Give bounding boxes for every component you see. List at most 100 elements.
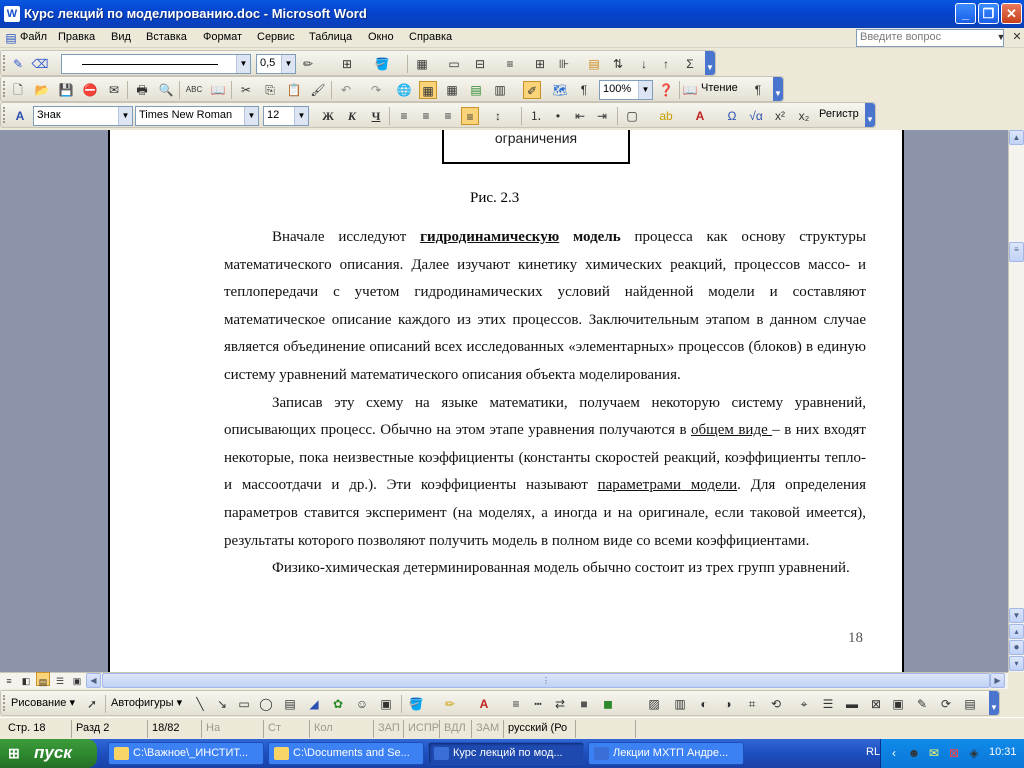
document-map-icon[interactable]: 🗺 xyxy=(551,81,569,99)
numbering-icon[interactable]: ⒈ xyxy=(527,107,545,125)
insert-excel-icon[interactable]: ▤ xyxy=(467,81,485,99)
picture-icon[interactable]: ▣ xyxy=(377,695,395,713)
status-language[interactable]: русский (Ро xyxy=(504,720,576,738)
arrow-style-icon[interactable]: ⇄ xyxy=(551,695,569,713)
minimize-button[interactable]: _ xyxy=(955,3,976,24)
rectangle-icon[interactable]: ▭ xyxy=(235,695,253,713)
cut-icon[interactable]: ✂ xyxy=(237,81,255,99)
status-rec[interactable]: ЗАП xyxy=(374,720,404,738)
increase-indent-icon[interactable]: ⇥ xyxy=(593,107,611,125)
toolbar-options-icon[interactable]: ▼ xyxy=(773,77,783,101)
rotate-icon[interactable]: ⟲ xyxy=(767,695,785,713)
border-color-icon[interactable]: ✏ xyxy=(299,55,317,73)
taskbar-item-word-lectures[interactable]: Лекции МХТП Андре... xyxy=(588,742,744,765)
save-icon[interactable]: 💾 xyxy=(57,81,75,99)
sort-desc-icon[interactable]: ↑ xyxy=(657,55,675,73)
font-size-select[interactable]: 12 ▼ xyxy=(263,106,309,126)
toolbar-options-icon[interactable]: ▼ xyxy=(705,51,715,75)
menu-help[interactable]: Справка xyxy=(409,31,452,43)
clock[interactable]: 10:31 xyxy=(989,746,1017,758)
toolbar-grip[interactable] xyxy=(3,55,6,71)
scroll-thumb[interactable]: ≡ xyxy=(1009,242,1024,262)
read-button[interactable]: Чтение xyxy=(701,82,738,94)
print-icon[interactable]: 🖶 xyxy=(133,81,151,99)
status-ext[interactable]: ВДЛ xyxy=(440,720,472,738)
line-weight-select[interactable]: 0,5 ▼ xyxy=(256,54,296,74)
language-indicator[interactable]: RL xyxy=(866,746,880,758)
menu-file[interactable]: Файл xyxy=(20,31,47,43)
scroll-down-icon[interactable]: ▼ xyxy=(1009,608,1024,623)
reset-picture-icon[interactable]: ⟳ xyxy=(937,695,955,713)
toolbar-options-icon[interactable]: ▼ xyxy=(865,103,875,127)
diagram-icon[interactable]: ✿ xyxy=(329,695,347,713)
format-picture-icon[interactable]: ▣ xyxy=(889,695,907,713)
draw-table-icon[interactable]: ✎ xyxy=(9,55,27,73)
document-page[interactable]: ограничения Рис. 2.3 Вначале исследуют г… xyxy=(108,130,904,672)
table-autoformat-icon[interactable]: ▤ xyxy=(585,55,603,73)
outline-view-icon[interactable]: ☰ xyxy=(53,672,67,686)
style-select[interactable]: Знак ▼ xyxy=(33,106,133,126)
fill-color-icon[interactable]: 🪣 xyxy=(407,695,425,713)
autosum-icon[interactable]: Σ xyxy=(681,55,699,73)
bold-icon[interactable]: Ж xyxy=(319,107,337,125)
insert-table-icon[interactable]: ▦ xyxy=(443,81,461,99)
outside-border-icon[interactable]: ▢ xyxy=(623,107,641,125)
open-folder-icon[interactable]: 📂 xyxy=(33,81,51,99)
line-color-icon[interactable]: ✏ xyxy=(441,695,459,713)
distribute-cols-icon[interactable]: ⊪ xyxy=(555,55,573,73)
crop-icon[interactable]: ⌗ xyxy=(743,695,761,713)
superscript-icon[interactable]: x² xyxy=(771,107,789,125)
tray-antivirus-icon[interactable]: ⊠ xyxy=(945,744,963,762)
tray-expand-icon[interactable]: ‹ xyxy=(885,744,903,762)
menu-table[interactable]: Таблица xyxy=(309,31,352,43)
print-layout-icon[interactable]: ▤ xyxy=(36,672,50,687)
status-trk[interactable]: ИСПР xyxy=(404,720,440,738)
text-wrap-icon[interactable]: ⊠ xyxy=(867,695,885,713)
taskbar-item-folder-2[interactable]: C:\Documents and Se... xyxy=(268,742,424,765)
distribute-rows-icon[interactable]: ⊞ xyxy=(531,55,549,73)
eraser-icon[interactable]: ⌫ xyxy=(31,55,49,73)
menu-edit[interactable]: Правка xyxy=(58,31,95,43)
start-button[interactable]: ⊞ пуск xyxy=(0,739,97,768)
compress-icon[interactable]: ⌖ xyxy=(795,695,813,713)
merge-cells-icon[interactable]: ▭ xyxy=(445,55,463,73)
subscript-icon[interactable]: x₂ xyxy=(795,107,813,125)
line-weight-icon[interactable]: ☰ xyxy=(819,695,837,713)
copy-icon[interactable]: ⎘ xyxy=(261,81,279,99)
text-direction-icon[interactable]: ⇅ xyxy=(609,55,627,73)
columns-icon[interactable]: ▥ xyxy=(491,81,509,99)
horizontal-scrollbar[interactable]: ≡ ◧ ▤ ☰ ▣ ◀ ⋮ ▶ xyxy=(0,672,1008,689)
close-button[interactable]: ✕ xyxy=(1001,3,1022,24)
clipart-icon[interactable]: ☺ xyxy=(353,695,371,713)
drawing-icon[interactable]: ✐ xyxy=(523,81,541,99)
normal-view-icon[interactable]: ≡ xyxy=(2,672,16,686)
spelling-icon[interactable]: ABC xyxy=(185,81,203,99)
email-icon[interactable]: ✉ xyxy=(105,81,123,99)
vertical-scrollbar[interactable]: ▲ ≡ ▼ ▴ ● ▾ xyxy=(1008,130,1024,672)
menu-insert[interactable]: Вставка xyxy=(146,31,187,43)
underline-icon[interactable]: Ч xyxy=(367,107,385,125)
read-icon[interactable]: 📖 xyxy=(681,81,699,99)
new-document-icon[interactable]: 🗋 xyxy=(9,81,27,99)
line-style2-icon[interactable]: ▬ xyxy=(843,695,861,713)
reading-view-icon[interactable]: ▣ xyxy=(70,672,84,686)
paste-icon[interactable]: 📋 xyxy=(285,81,303,99)
hscroll-thumb[interactable]: ⋮ xyxy=(102,673,990,688)
contrast-up-icon[interactable]: ◐ xyxy=(695,695,713,713)
hyperlink-icon[interactable]: 🌐 xyxy=(395,81,413,99)
word-app-icon[interactable]: W xyxy=(4,6,20,22)
scroll-up-icon[interactable]: ▲ xyxy=(1009,130,1024,145)
toolbar-grip[interactable] xyxy=(3,107,6,123)
scroll-right-icon[interactable]: ▶ xyxy=(990,673,1005,688)
arrow-icon[interactable]: ↘ xyxy=(213,695,231,713)
equation-icon[interactable]: √α xyxy=(747,107,765,125)
wordart-icon[interactable]: ◢ xyxy=(305,695,323,713)
symbol-icon[interactable]: Ω xyxy=(723,107,741,125)
justify-icon[interactable]: ≡ xyxy=(461,107,479,125)
shading-color-icon[interactable]: 🪣 xyxy=(373,55,391,73)
toolbar-grip[interactable] xyxy=(3,81,6,97)
pilcrow-icon[interactable]: ¶ xyxy=(749,81,767,99)
borders-icon[interactable]: ⊞ xyxy=(338,55,356,73)
line-style-select[interactable]: ▼ xyxy=(61,54,251,74)
3d-icon[interactable]: ◼ xyxy=(599,695,617,713)
